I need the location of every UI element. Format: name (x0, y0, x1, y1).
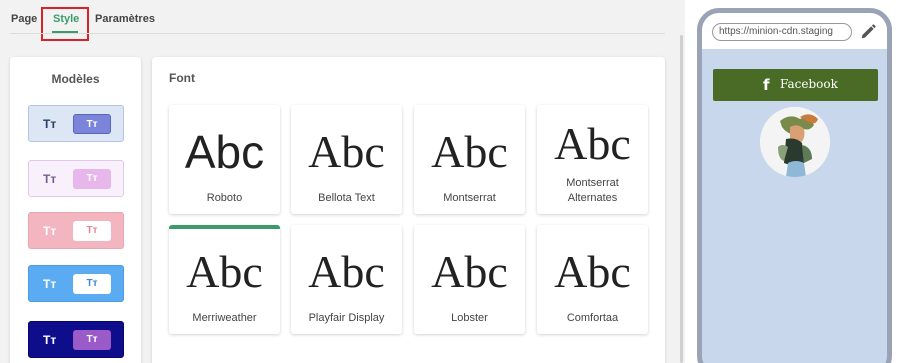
model-text-sample: Tт (43, 224, 57, 238)
tab-style[interactable]: Style (53, 13, 79, 25)
editor-scrollbar[interactable] (680, 35, 683, 363)
font-card-montserrat[interactable]: Abc Montserrat (414, 105, 525, 214)
font-sample: Abc (308, 126, 385, 177)
preview-url-field[interactable]: https://minion-cdn.staging (712, 23, 852, 41)
model-option-4[interactable]: Tт Tт (28, 265, 124, 302)
model-button-sample: Tт (73, 114, 111, 134)
model-button-sample: Tт (73, 274, 111, 294)
font-card-comfortaa[interactable]: Abc Comfortaa (537, 225, 648, 334)
font-card-bellota-text[interactable]: Abc Bellota Text (291, 105, 402, 214)
pencil-icon[interactable] (859, 23, 877, 41)
model-option-2[interactable]: Tт Tт (28, 160, 124, 197)
font-sample: Abc (308, 246, 385, 297)
facebook-link-button[interactable]: f Facebook (713, 69, 878, 101)
facebook-icon: f (763, 76, 770, 94)
model-button-sample: Tт (73, 221, 111, 241)
font-sample: Abc (184, 126, 265, 178)
models-title: Modèles (51, 72, 100, 86)
font-sample: Abc (431, 126, 508, 177)
font-name: Bellota Text (318, 192, 375, 204)
font-name: Playfair Display (308, 312, 385, 324)
font-sample: Abc (186, 246, 263, 297)
model-text-sample: Tт (43, 333, 57, 347)
phone-address-bar: https://minion-cdn.staging (702, 13, 887, 49)
avatar (760, 107, 830, 177)
font-panel: Font Abc Roboto Abc Bellota Text Abc Mon… (152, 57, 665, 363)
model-button-sample: Tт (73, 330, 111, 350)
font-card-roboto[interactable]: Abc Roboto (169, 105, 280, 214)
font-name: Comfortaa (566, 312, 619, 324)
avatar-illustration (760, 107, 830, 177)
font-card-montserrat-alternates[interactable]: Abc Montserrat Alternates (537, 105, 648, 214)
tab-bar: Page Style Paramètres (0, 0, 680, 41)
font-sample: Abc (431, 246, 508, 297)
font-name: Montserrat (443, 192, 496, 204)
facebook-label: Facebook (780, 77, 838, 91)
models-panel: Modèles Tт Tт Tт Tт Tт Tт Tт Tт Tт Tт (10, 57, 141, 363)
phone-preview: https://minion-cdn.staging f Facebook (697, 8, 892, 363)
tab-page[interactable]: Page (11, 13, 37, 25)
font-card-merriweather[interactable]: Abc Merriweather (169, 225, 280, 334)
font-sample: Abc (554, 246, 631, 297)
model-text-sample: Tт (43, 172, 57, 186)
model-option-5[interactable]: Tт Tт (28, 321, 124, 358)
font-section-title: Font (169, 71, 195, 85)
model-text-sample: Tт (43, 277, 57, 291)
font-name: Lobster (451, 312, 488, 324)
model-button-sample: Tт (73, 169, 111, 189)
model-text-sample: Tт (43, 117, 57, 131)
model-option-3[interactable]: Tт Tт (28, 212, 124, 249)
font-sample: Abc (554, 118, 631, 169)
font-name: Montserrat Alternates (566, 177, 619, 204)
font-name: Roboto (206, 192, 243, 204)
font-card-lobster[interactable]: Abc Lobster (414, 225, 525, 334)
model-option-1[interactable]: Tт Tт (28, 105, 124, 142)
tab-parametres[interactable]: Paramètres (95, 13, 155, 25)
font-card-playfair-display[interactable]: Abc Playfair Display (291, 225, 402, 334)
tabs-divider (10, 33, 665, 34)
font-name: Merriweather (192, 312, 257, 324)
